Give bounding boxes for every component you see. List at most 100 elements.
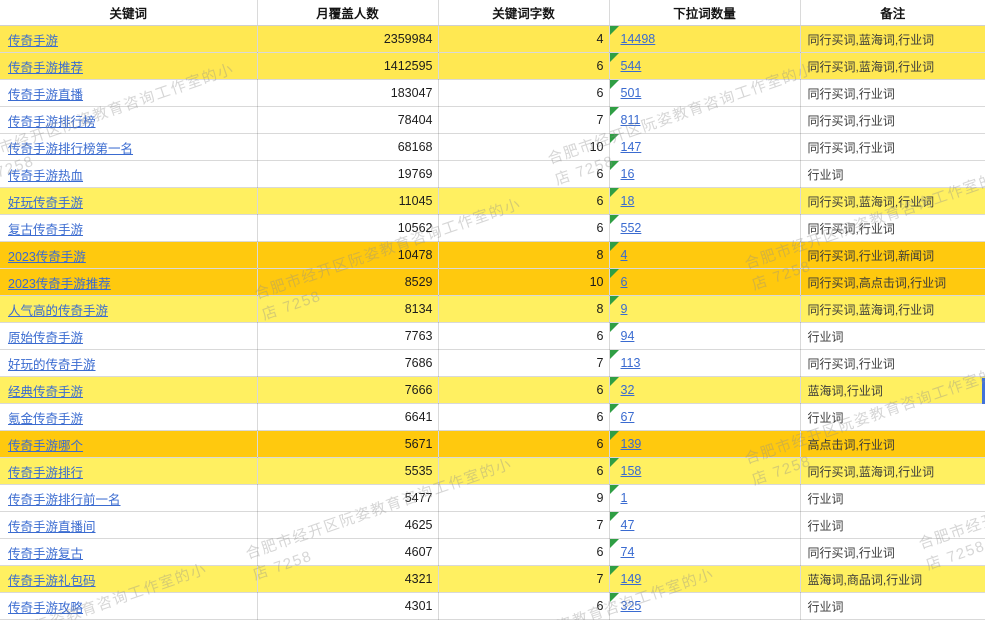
keyword-link[interactable]: 经典传奇手游 bbox=[8, 385, 83, 399]
coverage-cell[interactable]: 19769 bbox=[257, 161, 438, 188]
char-count-cell[interactable]: 7 bbox=[438, 107, 609, 134]
dropdown-count-link[interactable]: 94 bbox=[621, 329, 635, 343]
dropdown-count-link[interactable]: 74 bbox=[621, 545, 635, 559]
keyword-link[interactable]: 传奇手游排行 bbox=[8, 466, 83, 480]
char-count-cell[interactable]: 6 bbox=[438, 188, 609, 215]
char-count-cell[interactable]: 6 bbox=[438, 377, 609, 404]
remark-cell[interactable]: 同行买词,行业词 bbox=[800, 134, 985, 161]
dropdown-count-link[interactable]: 67 bbox=[621, 410, 635, 424]
dropdown-count-link[interactable]: 1 bbox=[621, 491, 628, 505]
column-header-dropdown-count[interactable]: 下拉词数量 bbox=[609, 0, 800, 26]
remark-cell[interactable]: 同行买词,行业词 bbox=[800, 80, 985, 107]
keyword-cell[interactable]: 传奇手游直播间 bbox=[0, 512, 257, 539]
remark-cell[interactable]: 行业词 bbox=[800, 593, 985, 620]
dropdown-count-cell[interactable]: 147 bbox=[609, 134, 800, 161]
keyword-link[interactable]: 传奇手游排行榜第一名 bbox=[8, 142, 133, 156]
keyword-link[interactable]: 传奇手游排行榜 bbox=[8, 115, 96, 129]
dropdown-count-link[interactable]: 544 bbox=[621, 59, 642, 73]
remark-cell[interactable]: 高点击词,行业词 bbox=[800, 431, 985, 458]
remark-cell[interactable]: 同行买词,蓝海词,行业词 bbox=[800, 296, 985, 323]
char-count-cell[interactable]: 6 bbox=[438, 80, 609, 107]
dropdown-count-cell[interactable]: 113 bbox=[609, 350, 800, 377]
coverage-cell[interactable]: 4625 bbox=[257, 512, 438, 539]
char-count-cell[interactable]: 6 bbox=[438, 593, 609, 620]
keyword-cell[interactable]: 原始传奇手游 bbox=[0, 323, 257, 350]
keyword-cell[interactable]: 传奇手游攻略 bbox=[0, 593, 257, 620]
remark-cell[interactable]: 同行买词,行业词 bbox=[800, 539, 985, 566]
char-count-cell[interactable]: 6 bbox=[438, 431, 609, 458]
remark-cell[interactable]: 同行买词,高点击词,行业词 bbox=[800, 269, 985, 296]
keyword-cell[interactable]: 经典传奇手游 bbox=[0, 377, 257, 404]
dropdown-count-cell[interactable]: 9 bbox=[609, 296, 800, 323]
dropdown-count-link[interactable]: 158 bbox=[621, 464, 642, 478]
dropdown-count-cell[interactable]: 94 bbox=[609, 323, 800, 350]
char-count-cell[interactable]: 8 bbox=[438, 242, 609, 269]
keyword-cell[interactable]: 传奇手游排行榜第一名 bbox=[0, 134, 257, 161]
dropdown-count-cell[interactable]: 1 bbox=[609, 485, 800, 512]
char-count-cell[interactable]: 6 bbox=[438, 161, 609, 188]
coverage-cell[interactable]: 8529 bbox=[257, 269, 438, 296]
column-header-coverage[interactable]: 月覆盖人数 bbox=[257, 0, 438, 26]
keyword-link[interactable]: 传奇手游推荐 bbox=[8, 61, 83, 75]
keyword-cell[interactable]: 人气高的传奇手游 bbox=[0, 296, 257, 323]
dropdown-count-link[interactable]: 147 bbox=[621, 140, 642, 154]
remark-cell[interactable]: 同行买词,蓝海词,行业词 bbox=[800, 188, 985, 215]
keyword-cell[interactable]: 氪金传奇手游 bbox=[0, 404, 257, 431]
remark-cell[interactable]: 同行买词,行业词,新闻词 bbox=[800, 242, 985, 269]
keyword-link[interactable]: 传奇手游热血 bbox=[8, 169, 83, 183]
keyword-cell[interactable]: 传奇手游热血 bbox=[0, 161, 257, 188]
dropdown-count-cell[interactable]: 14498 bbox=[609, 26, 800, 53]
keyword-link[interactable]: 2023传奇手游 bbox=[8, 250, 86, 264]
dropdown-count-link[interactable]: 811 bbox=[621, 113, 641, 127]
remark-cell[interactable]: 行业词 bbox=[800, 512, 985, 539]
char-count-cell[interactable]: 7 bbox=[438, 566, 609, 593]
keyword-link[interactable]: 传奇手游直播间 bbox=[8, 520, 96, 534]
dropdown-count-cell[interactable]: 18 bbox=[609, 188, 800, 215]
coverage-cell[interactable]: 7686 bbox=[257, 350, 438, 377]
coverage-cell[interactable]: 78404 bbox=[257, 107, 438, 134]
keyword-cell[interactable]: 传奇手游哪个 bbox=[0, 431, 257, 458]
coverage-cell[interactable]: 8134 bbox=[257, 296, 438, 323]
char-count-cell[interactable]: 10 bbox=[438, 269, 609, 296]
coverage-cell[interactable]: 5671 bbox=[257, 431, 438, 458]
coverage-cell[interactable]: 7666 bbox=[257, 377, 438, 404]
dropdown-count-link[interactable]: 32 bbox=[621, 383, 635, 397]
dropdown-count-link[interactable]: 139 bbox=[621, 437, 642, 451]
remark-cell[interactable]: 同行买词,行业词 bbox=[800, 350, 985, 377]
keyword-cell[interactable]: 2023传奇手游推荐 bbox=[0, 269, 257, 296]
dropdown-count-cell[interactable]: 544 bbox=[609, 53, 800, 80]
dropdown-count-cell[interactable]: 47 bbox=[609, 512, 800, 539]
keyword-cell[interactable]: 传奇手游 bbox=[0, 26, 257, 53]
remark-cell[interactable]: 行业词 bbox=[800, 323, 985, 350]
char-count-cell[interactable]: 7 bbox=[438, 350, 609, 377]
char-count-cell[interactable]: 6 bbox=[438, 53, 609, 80]
remark-cell[interactable]: 行业词 bbox=[800, 485, 985, 512]
column-header-remark[interactable]: 备注 bbox=[800, 0, 985, 26]
dropdown-count-link[interactable]: 6 bbox=[621, 275, 628, 289]
char-count-cell[interactable]: 4 bbox=[438, 26, 609, 53]
remark-cell[interactable]: 同行买词,行业词 bbox=[800, 215, 985, 242]
remark-cell[interactable]: 同行买词,蓝海词,行业词 bbox=[800, 26, 985, 53]
dropdown-count-link[interactable]: 9 bbox=[621, 302, 628, 316]
char-count-cell[interactable]: 6 bbox=[438, 458, 609, 485]
keyword-link[interactable]: 传奇手游哪个 bbox=[8, 439, 83, 453]
remark-cell[interactable]: 同行买词,行业词 bbox=[800, 107, 985, 134]
coverage-cell[interactable]: 4607 bbox=[257, 539, 438, 566]
keyword-cell[interactable]: 好玩的传奇手游 bbox=[0, 350, 257, 377]
char-count-cell[interactable]: 9 bbox=[438, 485, 609, 512]
keyword-link[interactable]: 好玩传奇手游 bbox=[8, 196, 83, 210]
coverage-cell[interactable]: 2359984 bbox=[257, 26, 438, 53]
dropdown-count-link[interactable]: 552 bbox=[621, 221, 642, 235]
dropdown-count-link[interactable]: 149 bbox=[621, 572, 642, 586]
keyword-link[interactable]: 氪金传奇手游 bbox=[8, 412, 83, 426]
dropdown-count-cell[interactable]: 16 bbox=[609, 161, 800, 188]
dropdown-count-link[interactable]: 47 bbox=[621, 518, 635, 532]
dropdown-count-cell[interactable]: 325 bbox=[609, 593, 800, 620]
keyword-cell[interactable]: 传奇手游推荐 bbox=[0, 53, 257, 80]
dropdown-count-cell[interactable]: 4 bbox=[609, 242, 800, 269]
keyword-cell[interactable]: 复古传奇手游 bbox=[0, 215, 257, 242]
dropdown-count-link[interactable]: 4 bbox=[621, 248, 628, 262]
keyword-link[interactable]: 传奇手游礼包码 bbox=[8, 574, 96, 588]
dropdown-count-cell[interactable]: 501 bbox=[609, 80, 800, 107]
keyword-link[interactable]: 传奇手游 bbox=[8, 34, 58, 48]
